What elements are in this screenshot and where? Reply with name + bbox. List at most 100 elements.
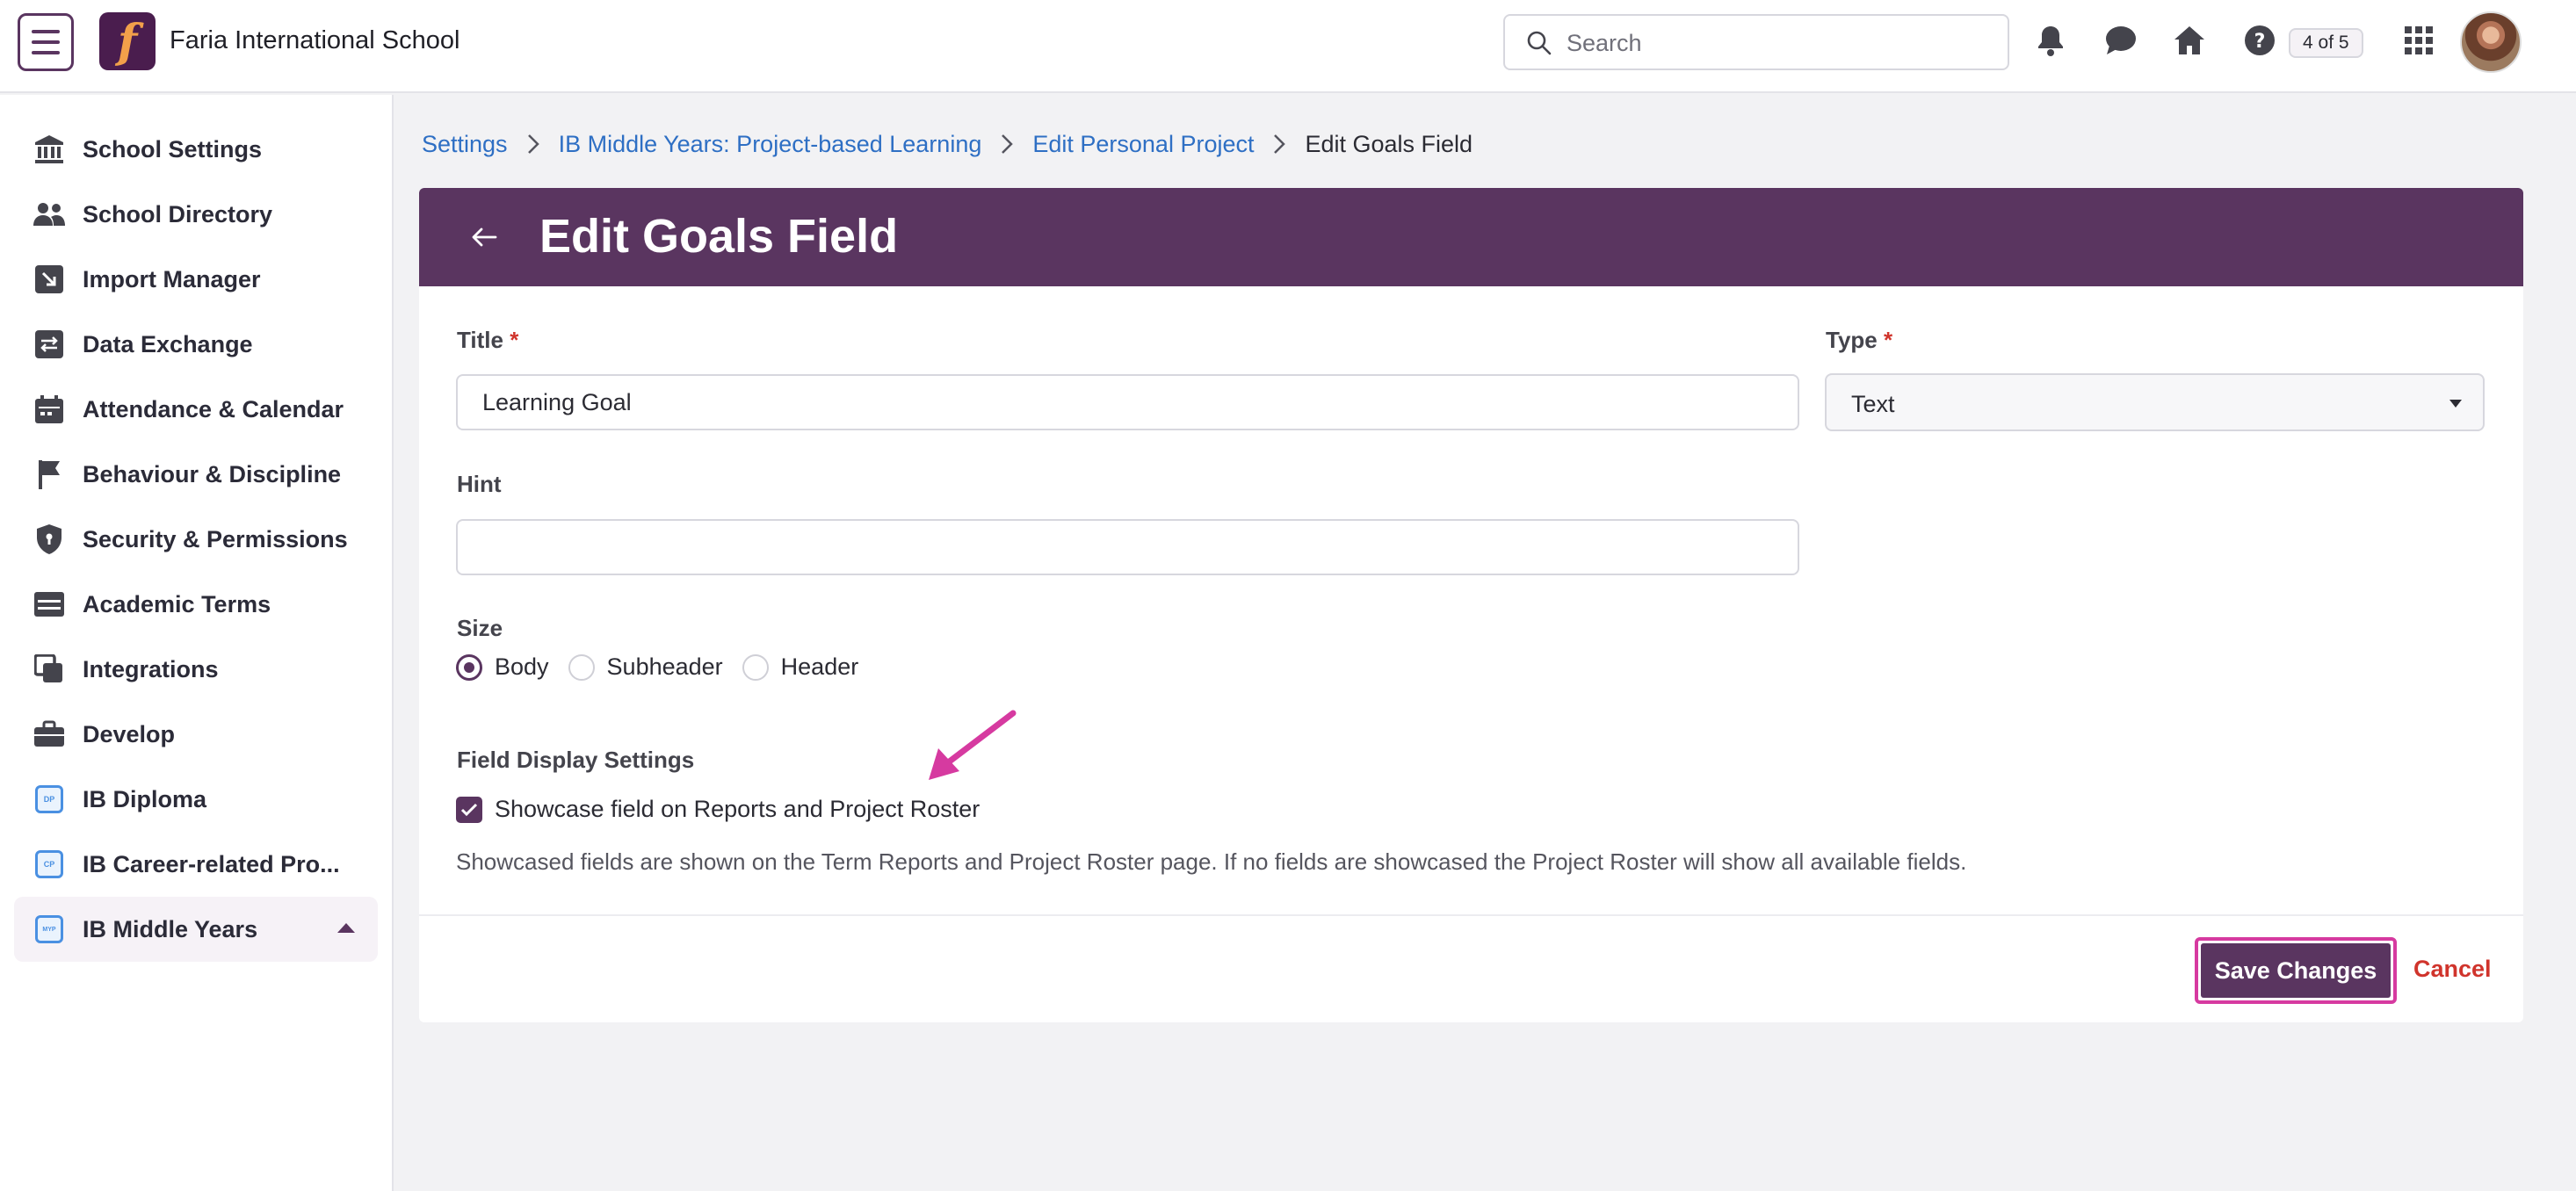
showcase-checkbox-row[interactable]: Showcase field on Reports and Project Ro… (456, 796, 980, 823)
check-icon (460, 803, 478, 816)
sidebar-item-label: Academic Terms (83, 590, 271, 617)
sidebar-item-import-manager[interactable]: Import Manager (14, 247, 378, 312)
page-title: Edit Goals Field (539, 210, 899, 263)
required-mark: * (510, 327, 519, 353)
sidebar-item-school-directory[interactable]: School Directory (14, 182, 378, 247)
sidebar-item-school-settings[interactable]: School Settings (14, 117, 378, 182)
ib-cp-badge: CP (35, 850, 63, 878)
search-icon (1527, 31, 1552, 55)
title-label: Title * (457, 327, 518, 354)
people-icon (32, 197, 67, 232)
chevron-right-icon (1273, 134, 1286, 155)
display-settings-label: Field Display Settings (457, 747, 695, 773)
school-logo[interactable]: f (99, 12, 156, 70)
apps-grid-icon[interactable] (2399, 21, 2438, 60)
title-label-text: Title (457, 327, 503, 353)
ib-dp-badge: DP (35, 785, 63, 813)
menu-icon[interactable] (18, 13, 74, 71)
search-box[interactable] (1503, 14, 2009, 70)
sidebar-item-ib-middle-years[interactable]: MYP IB Middle Years (14, 897, 378, 962)
shield-icon (32, 522, 67, 557)
sidebar-item-attendance-calendar[interactable]: Attendance & Calendar (14, 377, 378, 442)
sidebar-item-label: Security & Permissions (83, 525, 348, 552)
size-option-subheader[interactable]: Subheader (568, 653, 723, 681)
breadcrumb-link-edit-personal-project[interactable]: Edit Personal Project (1032, 131, 1254, 158)
scrollbar-track[interactable] (2552, 95, 2576, 1191)
breadcrumb-link-project-based-learning[interactable]: IB Middle Years: Project-based Learning (559, 131, 982, 158)
hint-input[interactable] (456, 519, 1799, 575)
help-icon[interactable]: ? (2240, 21, 2279, 60)
type-label-text: Type (1826, 327, 1878, 353)
sidebar-item-label: Integrations (83, 655, 219, 682)
sidebar-item-behaviour-discipline[interactable]: Behaviour & Discipline (14, 442, 378, 507)
breadcrumb-link-settings[interactable]: Settings (422, 131, 508, 158)
sidebar-item-develop[interactable]: Develop (14, 702, 378, 767)
save-changes-button[interactable]: Save Changes (2195, 937, 2397, 1004)
flag-icon (32, 457, 67, 492)
size-option-header[interactable]: Header (742, 653, 859, 681)
search-input[interactable] (1567, 25, 1988, 61)
radio-label: Body (495, 653, 549, 680)
sidebar: School Settings School Directory Import … (0, 95, 394, 1191)
chevron-right-icon (1001, 134, 1014, 155)
sidebar-item-label: School Settings (83, 135, 263, 162)
sidebar-item-security-permissions[interactable]: Security & Permissions (14, 507, 378, 572)
ib-myp-icon: MYP (32, 912, 67, 947)
sidebar-item-academic-terms[interactable]: Academic Terms (14, 572, 378, 637)
save-changes-label: Save Changes (2201, 943, 2391, 998)
size-label: Size (457, 615, 503, 641)
radio-label: Header (780, 653, 859, 680)
exchange-icon (32, 327, 67, 362)
back-arrow-icon[interactable] (465, 218, 503, 256)
sidebar-item-label: IB Diploma (83, 785, 207, 812)
breadcrumb-current: Edit Goals Field (1305, 130, 1473, 157)
required-mark: * (1884, 327, 1893, 353)
showcase-checkbox-label: Showcase field on Reports and Project Ro… (495, 796, 980, 822)
annotation-arrow-icon (929, 710, 1017, 780)
type-label: Type * (1826, 327, 1892, 354)
terms-icon (32, 587, 67, 622)
sidebar-item-label: IB Career-related Pro... (83, 850, 340, 877)
type-select[interactable]: Text (1825, 373, 2485, 431)
import-icon (32, 262, 67, 297)
radio-button[interactable] (742, 653, 769, 681)
sidebar-item-data-exchange[interactable]: Data Exchange (14, 312, 378, 377)
radio-button[interactable] (456, 653, 482, 681)
chat-icon[interactable] (2102, 21, 2140, 60)
radio-label: Subheader (606, 653, 723, 680)
chevron-right-icon (527, 134, 539, 155)
radio-button[interactable] (568, 653, 595, 681)
calendar-icon (32, 392, 67, 427)
collapse-caret-icon[interactable] (337, 923, 355, 933)
school-name[interactable]: Faria International School (170, 26, 459, 55)
briefcase-icon (32, 717, 67, 752)
size-radio-group: Body Subheader Header (456, 653, 878, 681)
ib-cp-icon: CP (32, 847, 67, 882)
type-select-value: Text (1851, 391, 1895, 417)
hint-label: Hint (457, 471, 502, 497)
sidebar-item-label: Develop (83, 720, 176, 747)
showcase-checkbox[interactable] (456, 796, 482, 823)
breadcrumb: Settings IB Middle Years: Project-based … (422, 128, 1473, 160)
dropdown-caret-icon (2449, 400, 2462, 408)
notification-counter[interactable]: 4 of 5 (2289, 28, 2363, 58)
sidebar-item-ib-diploma[interactable]: DP IB Diploma (14, 767, 378, 832)
integrations-icon (32, 652, 67, 687)
divider (419, 914, 2523, 916)
card-header: Edit Goals Field (419, 188, 2523, 286)
bell-icon[interactable] (2031, 21, 2070, 60)
title-input[interactable] (456, 374, 1799, 430)
sidebar-item-label: IB Middle Years (83, 915, 258, 942)
home-icon[interactable] (2170, 21, 2209, 60)
showcase-help-text: Showcased fields are shown on the Term R… (456, 848, 1967, 875)
size-option-body[interactable]: Body (456, 653, 549, 681)
bank-icon (32, 132, 67, 167)
sidebar-item-integrations[interactable]: Integrations (14, 637, 378, 702)
cancel-button[interactable]: Cancel (2413, 956, 2492, 983)
sidebar-item-label: Attendance & Calendar (83, 395, 344, 422)
sidebar-item-label: Behaviour & Discipline (83, 460, 342, 487)
edit-field-card: Edit Goals Field Title * Type * Text Hin… (419, 188, 2523, 1022)
sidebar-item-label: Data Exchange (83, 330, 253, 357)
avatar[interactable] (2460, 11, 2522, 73)
sidebar-item-ib-career-related[interactable]: CP IB Career-related Pro... (14, 832, 378, 897)
